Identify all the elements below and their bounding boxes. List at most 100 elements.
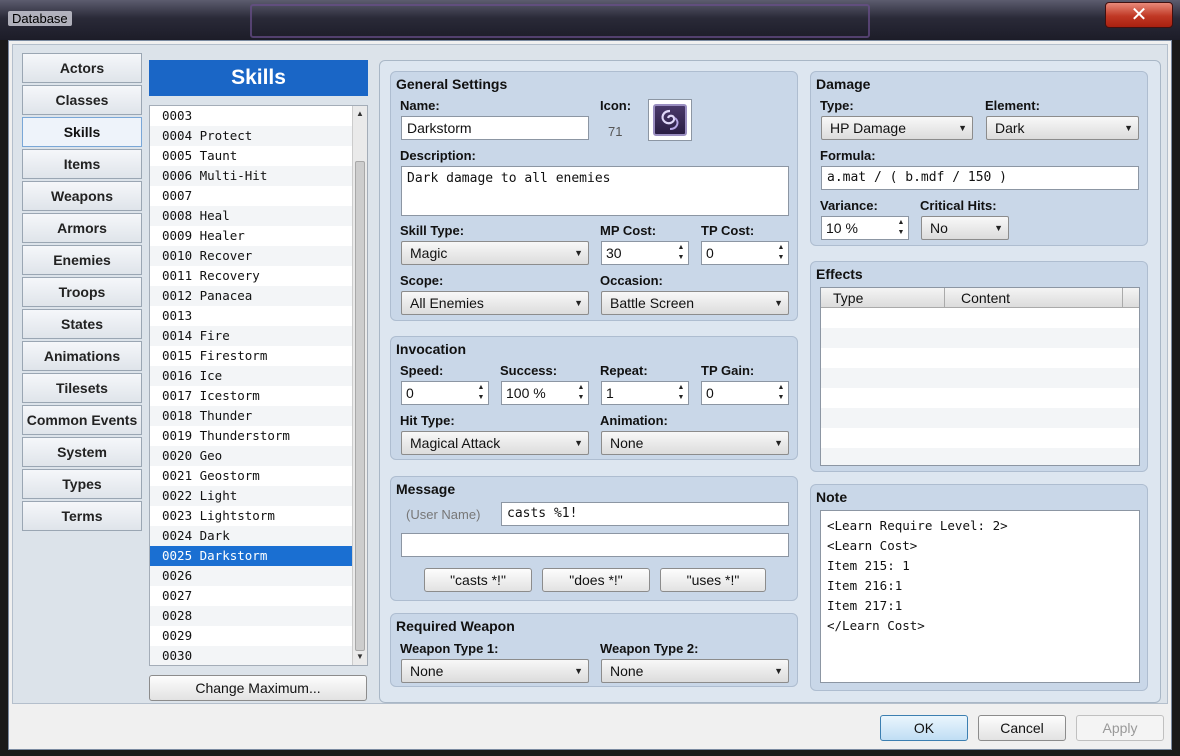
hit-type-dropdown[interactable]: Magical Attack ▼	[401, 431, 589, 455]
tab-animations[interactable]: Animations	[22, 341, 142, 371]
weapon-type-1-dropdown[interactable]: None ▼	[401, 659, 589, 683]
list-item[interactable]: 0018 Thunder	[150, 406, 367, 426]
list-item[interactable]: 0029	[150, 626, 367, 646]
tab-items[interactable]: Items	[22, 149, 142, 179]
chevron-down-icon: ▼	[1124, 123, 1133, 133]
scroll-down-icon[interactable]: ▼	[353, 649, 367, 665]
list-item[interactable]: 0015 Firestorm	[150, 346, 367, 366]
critical-hits-dropdown[interactable]: No ▼	[921, 216, 1009, 240]
casts-template-button[interactable]: "casts *!"	[424, 568, 532, 592]
table-row[interactable]	[821, 388, 1139, 408]
skill-list[interactable]: 0003 0004 Protect 0005 Taunt 0006 Multi-Hit…	[149, 105, 368, 666]
tab-classes[interactable]: Classes	[22, 85, 142, 115]
spinner-arrows-icon[interactable]: ▲ ▼	[896, 218, 906, 238]
list-item[interactable]: 0019 Thunderstorm	[150, 426, 367, 446]
tab-weapons[interactable]: Weapons	[22, 181, 142, 211]
repeat-spinner[interactable]: 1 ▲ ▼	[601, 381, 689, 405]
table-row[interactable]	[821, 448, 1139, 465]
list-item[interactable]: 0012 Panacea	[150, 286, 367, 306]
list-item[interactable]: 0025 Darkstorm	[150, 546, 367, 566]
tab-terms[interactable]: Terms	[22, 501, 142, 531]
list-item[interactable]: 0003	[150, 106, 367, 126]
ok-button[interactable]: OK	[880, 715, 968, 741]
list-item[interactable]: 0016 Ice	[150, 366, 367, 386]
table-row[interactable]	[821, 308, 1139, 328]
list-item[interactable]: 0021 Geostorm	[150, 466, 367, 486]
weapon-type-2-dropdown[interactable]: None ▼	[601, 659, 789, 683]
spinner-arrows-icon[interactable]: ▲ ▼	[776, 243, 786, 263]
does-template-button[interactable]: "does *!"	[542, 568, 650, 592]
list-item[interactable]: 0006 Multi-Hit	[150, 166, 367, 186]
table-row[interactable]	[821, 428, 1139, 448]
occasion-dropdown[interactable]: Battle Screen ▼	[601, 291, 789, 315]
list-item[interactable]: 0005 Taunt	[150, 146, 367, 166]
success-spinner[interactable]: 100 % ▲ ▼	[501, 381, 589, 405]
list-item[interactable]: 0007	[150, 186, 367, 206]
tab-common-events[interactable]: Common Events	[22, 405, 142, 435]
tab-troops[interactable]: Troops	[22, 277, 142, 307]
list-item[interactable]: 0030	[150, 646, 367, 665]
type-column-header[interactable]: Type	[833, 290, 863, 306]
tab-states[interactable]: States	[22, 309, 142, 339]
variance-spinner[interactable]: 10 % ▲ ▼	[821, 216, 909, 240]
scope-dropdown[interactable]: All Enemies ▼	[401, 291, 589, 315]
table-row[interactable]	[821, 368, 1139, 388]
list-item[interactable]: 0004 Protect	[150, 126, 367, 146]
note-textarea[interactable]: <Learn Require Level: 2> <Learn Cost> Item…	[820, 510, 1140, 683]
list-item[interactable]: 0024 Dark	[150, 526, 367, 546]
content-column-header[interactable]: Content	[961, 290, 1010, 306]
tab-types[interactable]: Types	[22, 469, 142, 499]
uses-template-button[interactable]: "uses *!"	[660, 568, 766, 592]
skill-icon-picker[interactable]	[648, 99, 692, 141]
spinner-arrows-icon[interactable]: ▲ ▼	[676, 383, 686, 403]
list-item[interactable]: 0017 Icestorm	[150, 386, 367, 406]
list-item[interactable]: 0009 Healer	[150, 226, 367, 246]
skill-type-dropdown[interactable]: Magic ▼	[401, 241, 589, 265]
list-item[interactable]: 0013	[150, 306, 367, 326]
damage-type-dropdown[interactable]: HP Damage ▼	[821, 116, 973, 140]
tab-system[interactable]: System	[22, 437, 142, 467]
spinner-arrows-icon[interactable]: ▲ ▼	[576, 383, 586, 403]
description-textarea[interactable]: Dark damage to all enemies	[401, 166, 789, 216]
message-line-2-input[interactable]	[401, 533, 789, 557]
spinner-arrows-icon[interactable]: ▲ ▼	[676, 243, 686, 263]
list-item[interactable]: 0014 Fire	[150, 326, 367, 346]
list-item[interactable]: 0022 Light	[150, 486, 367, 506]
element-dropdown[interactable]: Dark ▼	[986, 116, 1139, 140]
tp-cost-spinner[interactable]: 0 ▲ ▼	[701, 241, 789, 265]
spinner-arrows-icon[interactable]: ▲ ▼	[476, 383, 486, 403]
table-row[interactable]	[821, 348, 1139, 368]
list-item[interactable]: 0023 Lightstorm	[150, 506, 367, 526]
message-line-1-input[interactable]: casts %1!	[501, 502, 789, 526]
scroll-up-icon[interactable]: ▲	[353, 106, 367, 122]
tab-actors[interactable]: Actors	[22, 53, 142, 83]
list-item[interactable]: 0010 Recover	[150, 246, 367, 266]
tab-enemies[interactable]: Enemies	[22, 245, 142, 275]
list-item[interactable]: 0026	[150, 566, 367, 586]
formula-input[interactable]: a.mat / ( b.mdf / 150 )	[821, 166, 1139, 190]
spinner-arrows-icon[interactable]: ▲ ▼	[776, 383, 786, 403]
apply-button[interactable]: Apply	[1076, 715, 1164, 741]
tab-tilesets[interactable]: Tilesets	[22, 373, 142, 403]
list-item[interactable]: 0028	[150, 606, 367, 626]
list-item[interactable]: 0027	[150, 586, 367, 606]
close-button[interactable]: ✕	[1105, 2, 1173, 28]
animation-dropdown[interactable]: None ▼	[601, 431, 789, 455]
tab-armors[interactable]: Armors	[22, 213, 142, 243]
cancel-button[interactable]: Cancel	[978, 715, 1066, 741]
list-item[interactable]: 0020 Geo	[150, 446, 367, 466]
list-item[interactable]: 0011 Recovery	[150, 266, 367, 286]
list-scrollbar[interactable]: ▲ ▼	[352, 106, 367, 665]
speed-spinner[interactable]: 0 ▲ ▼	[401, 381, 489, 405]
name-input[interactable]: Darkstorm	[401, 116, 589, 140]
list-item[interactable]: 0008 Heal	[150, 206, 367, 226]
tab-skills[interactable]: Skills	[22, 117, 142, 147]
hit-type-label: Hit Type:	[400, 413, 455, 428]
mp-cost-spinner[interactable]: 30 ▲ ▼	[601, 241, 689, 265]
scroll-thumb[interactable]	[355, 161, 365, 651]
effects-table[interactable]: Type Content	[820, 287, 1140, 466]
tp-gain-spinner[interactable]: 0 ▲ ▼	[701, 381, 789, 405]
change-maximum-button[interactable]: Change Maximum...	[149, 675, 367, 701]
table-row[interactable]	[821, 408, 1139, 428]
table-row[interactable]	[821, 328, 1139, 348]
